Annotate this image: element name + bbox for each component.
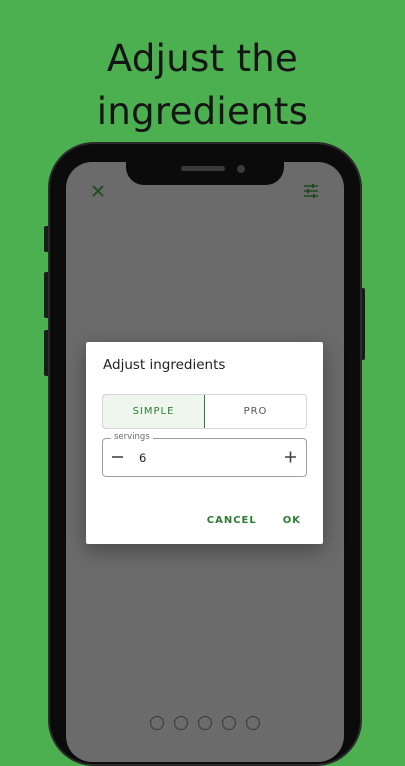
servings-label: servings [111, 432, 153, 442]
page-dot [174, 716, 188, 730]
page-indicator [150, 716, 260, 730]
headline: Adjust the ingredients [0, 32, 405, 138]
phone-camera [237, 165, 245, 173]
page-dot [150, 716, 164, 730]
tune-icon[interactable] [303, 183, 319, 203]
dialog-actions: CANCEL OK [207, 515, 301, 526]
mode-toggle: SIMPLE PRO [102, 394, 307, 429]
minus-icon[interactable] [112, 447, 124, 472]
servings-stepper[interactable]: servings 6 [102, 432, 307, 477]
phone-speaker [181, 166, 225, 171]
adjust-ingredients-dialog: Adjust ingredients SIMPLE PRO servings 6… [86, 342, 323, 544]
ok-button[interactable]: OK [283, 515, 301, 526]
cancel-button[interactable]: CANCEL [207, 515, 257, 526]
phone-notch [126, 145, 284, 185]
pro-mode-button[interactable]: PRO [205, 395, 306, 428]
headline-line-1: Adjust the [106, 37, 299, 80]
headline-line-2: ingredients [96, 90, 309, 133]
simple-mode-button[interactable]: SIMPLE [103, 395, 205, 428]
plus-icon[interactable] [285, 447, 297, 472]
page-dot [222, 716, 236, 730]
page-dot [198, 716, 212, 730]
dialog-title: Adjust ingredients [103, 357, 226, 373]
servings-value[interactable]: 6 [139, 451, 146, 465]
close-icon[interactable] [91, 184, 105, 202]
page-dot [246, 716, 260, 730]
